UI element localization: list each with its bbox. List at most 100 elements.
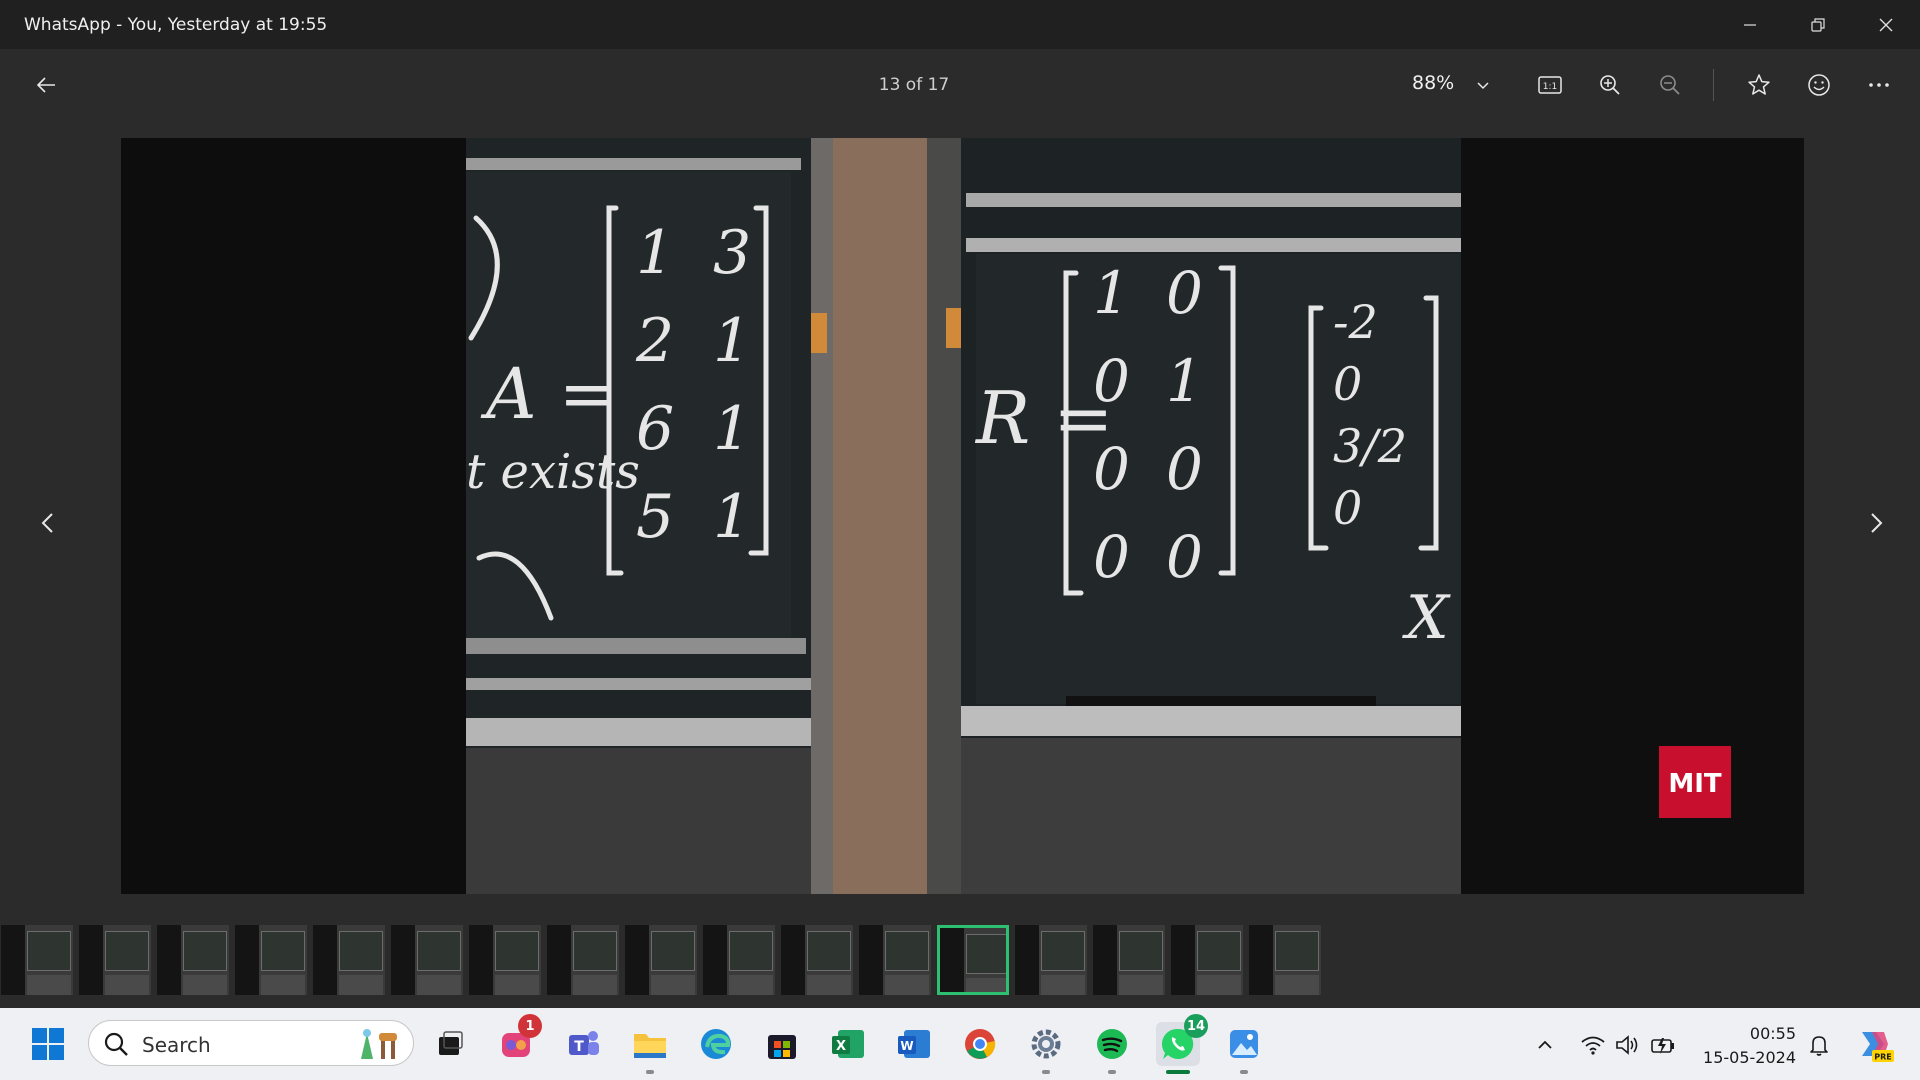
taskbar-store[interactable] bbox=[760, 1022, 804, 1066]
zoom-dropdown-toggle[interactable] bbox=[1464, 67, 1502, 103]
thumbnail[interactable] bbox=[703, 925, 775, 995]
thumbnail-active[interactable] bbox=[937, 925, 1009, 995]
right-matrix-entry: 0 bbox=[1093, 523, 1130, 591]
battery-charging-icon bbox=[1651, 1038, 1674, 1054]
running-indicator bbox=[1108, 1070, 1116, 1074]
copilot-tag: PRE bbox=[1874, 1053, 1892, 1062]
taskbar-edge[interactable] bbox=[694, 1022, 738, 1066]
left-board-line1: A = bbox=[480, 353, 617, 435]
active-app-indicator bbox=[1166, 1070, 1190, 1074]
actual-size-button[interactable]: 1:1 bbox=[1531, 67, 1569, 103]
previous-image-button[interactable] bbox=[28, 499, 68, 547]
left-matrix-entry: 3 bbox=[713, 218, 751, 288]
right-board-variable: X bbox=[1402, 583, 1451, 653]
taskbar-teams[interactable]: T bbox=[562, 1022, 606, 1066]
notifications-button[interactable] bbox=[1804, 1030, 1834, 1060]
taskbar-photos[interactable] bbox=[1222, 1022, 1266, 1066]
thumbnail-dark-area bbox=[703, 925, 727, 995]
taskbar-search-box[interactable]: Search bbox=[88, 1020, 414, 1066]
system-clock[interactable]: 00:55 15-05-2024 bbox=[1696, 1022, 1796, 1070]
thumbnail-floor bbox=[651, 975, 695, 995]
react-button[interactable] bbox=[1800, 67, 1838, 103]
restore-button[interactable] bbox=[1784, 0, 1852, 49]
clock-time: 00:55 bbox=[1749, 1024, 1796, 1043]
actual-size-icon: 1:1 bbox=[1538, 76, 1562, 94]
thumbnail[interactable] bbox=[391, 925, 463, 995]
right-vector-entry: 3/2 bbox=[1333, 419, 1407, 473]
thumbnail[interactable] bbox=[1171, 925, 1243, 995]
thumbnail[interactable] bbox=[313, 925, 385, 995]
star-button[interactable] bbox=[1740, 67, 1778, 103]
thumbnail[interactable] bbox=[1093, 925, 1165, 995]
show-hidden-icons-button[interactable] bbox=[1530, 1030, 1560, 1060]
title-bar: WhatsApp - You, Yesterday at 19:55 bbox=[0, 0, 1920, 49]
thumbnail-dark-area bbox=[313, 925, 337, 995]
task-view-icon bbox=[439, 1031, 463, 1055]
thumbnail-board bbox=[495, 931, 539, 971]
left-matrix-entry: 1 bbox=[636, 218, 674, 288]
thumbnail[interactable] bbox=[625, 925, 697, 995]
wifi-status[interactable] bbox=[1578, 1030, 1608, 1060]
thumbnail-board bbox=[1197, 931, 1241, 971]
thumbnail-board bbox=[1275, 931, 1319, 971]
taskbar-settings[interactable] bbox=[1024, 1022, 1068, 1066]
thumbnail[interactable] bbox=[469, 925, 541, 995]
thumbnail[interactable] bbox=[1, 925, 73, 995]
thumbnail[interactable] bbox=[547, 925, 619, 995]
thumbnail[interactable] bbox=[157, 925, 229, 995]
thumbnail[interactable] bbox=[859, 925, 931, 995]
taskbar-word[interactable]: W bbox=[892, 1022, 936, 1066]
chrome-icon bbox=[965, 1029, 996, 1059]
right-vector-entry: 0 bbox=[1333, 357, 1362, 411]
thumbnail[interactable] bbox=[781, 925, 853, 995]
zoom-dropdown[interactable]: 88% bbox=[1412, 72, 1454, 94]
thumbnail-floor bbox=[27, 975, 71, 995]
close-button[interactable] bbox=[1852, 0, 1920, 49]
svg-text:T: T bbox=[574, 1039, 584, 1055]
thumbnail[interactable] bbox=[79, 925, 151, 995]
copilot-button[interactable]: PRE bbox=[1852, 1022, 1896, 1066]
zoom-in-icon bbox=[1600, 75, 1620, 95]
thumbnail-dark-area bbox=[781, 925, 805, 995]
taskbar: Search 1 T X W 14 00:55 15-05-2024 PRE bbox=[0, 1008, 1920, 1080]
right-matrix-entry: 0 bbox=[1093, 435, 1130, 503]
thumbnail-dark-area bbox=[1093, 925, 1117, 995]
thumbnail-board bbox=[966, 934, 1006, 974]
restore-icon bbox=[1811, 17, 1825, 32]
volume-status[interactable] bbox=[1612, 1030, 1642, 1060]
thumbnail-board bbox=[885, 931, 929, 971]
more-options-button[interactable] bbox=[1860, 67, 1898, 103]
chevron-down-icon bbox=[1477, 82, 1489, 90]
folder-icon bbox=[634, 1034, 666, 1058]
zoom-out-icon bbox=[1660, 75, 1680, 95]
taskbar-chrome[interactable] bbox=[958, 1022, 1002, 1066]
search-label: Search bbox=[142, 1033, 211, 1057]
taskbar-file-explorer[interactable] bbox=[628, 1022, 672, 1066]
thumbnail-floor bbox=[966, 978, 1006, 992]
thumbnail-board bbox=[105, 931, 149, 971]
thumbnail[interactable] bbox=[1015, 925, 1087, 995]
star-icon bbox=[1748, 74, 1770, 95]
taskbar-excel[interactable]: X bbox=[826, 1022, 870, 1066]
taskbar-whatsapp[interactable]: 14 bbox=[1156, 1014, 1208, 1066]
zoom-in-button[interactable] bbox=[1591, 67, 1629, 103]
thumbnail-floor bbox=[1119, 975, 1163, 995]
start-button[interactable] bbox=[26, 1022, 70, 1066]
battery-status[interactable] bbox=[1648, 1030, 1678, 1060]
right-matrix-entry: 0 bbox=[1093, 347, 1130, 415]
next-image-button[interactable] bbox=[1856, 499, 1896, 547]
zoom-out-button[interactable] bbox=[1651, 67, 1689, 103]
thumbnail[interactable] bbox=[1249, 925, 1321, 995]
taskbar-copilot-app[interactable]: 1 bbox=[494, 1014, 542, 1066]
running-indicator bbox=[646, 1070, 654, 1074]
minimize-button[interactable] bbox=[1716, 0, 1784, 49]
right-vector-entry: 0 bbox=[1333, 481, 1362, 535]
thumbnail[interactable] bbox=[235, 925, 307, 995]
thumbnail-dark-area bbox=[859, 925, 883, 995]
viewer-toolbar: 13 of 17 88% 1:1 bbox=[0, 49, 1920, 121]
thumbnail-dark-area bbox=[469, 925, 493, 995]
right-matrix-entry: 1 bbox=[1166, 347, 1203, 415]
task-view-button[interactable] bbox=[428, 1022, 472, 1066]
lecture-photo: A = t exists 12653111 R = X 1 0 0 0 0 1 0 0 -2 0 3… bbox=[121, 138, 1804, 894]
taskbar-spotify[interactable] bbox=[1090, 1022, 1134, 1066]
